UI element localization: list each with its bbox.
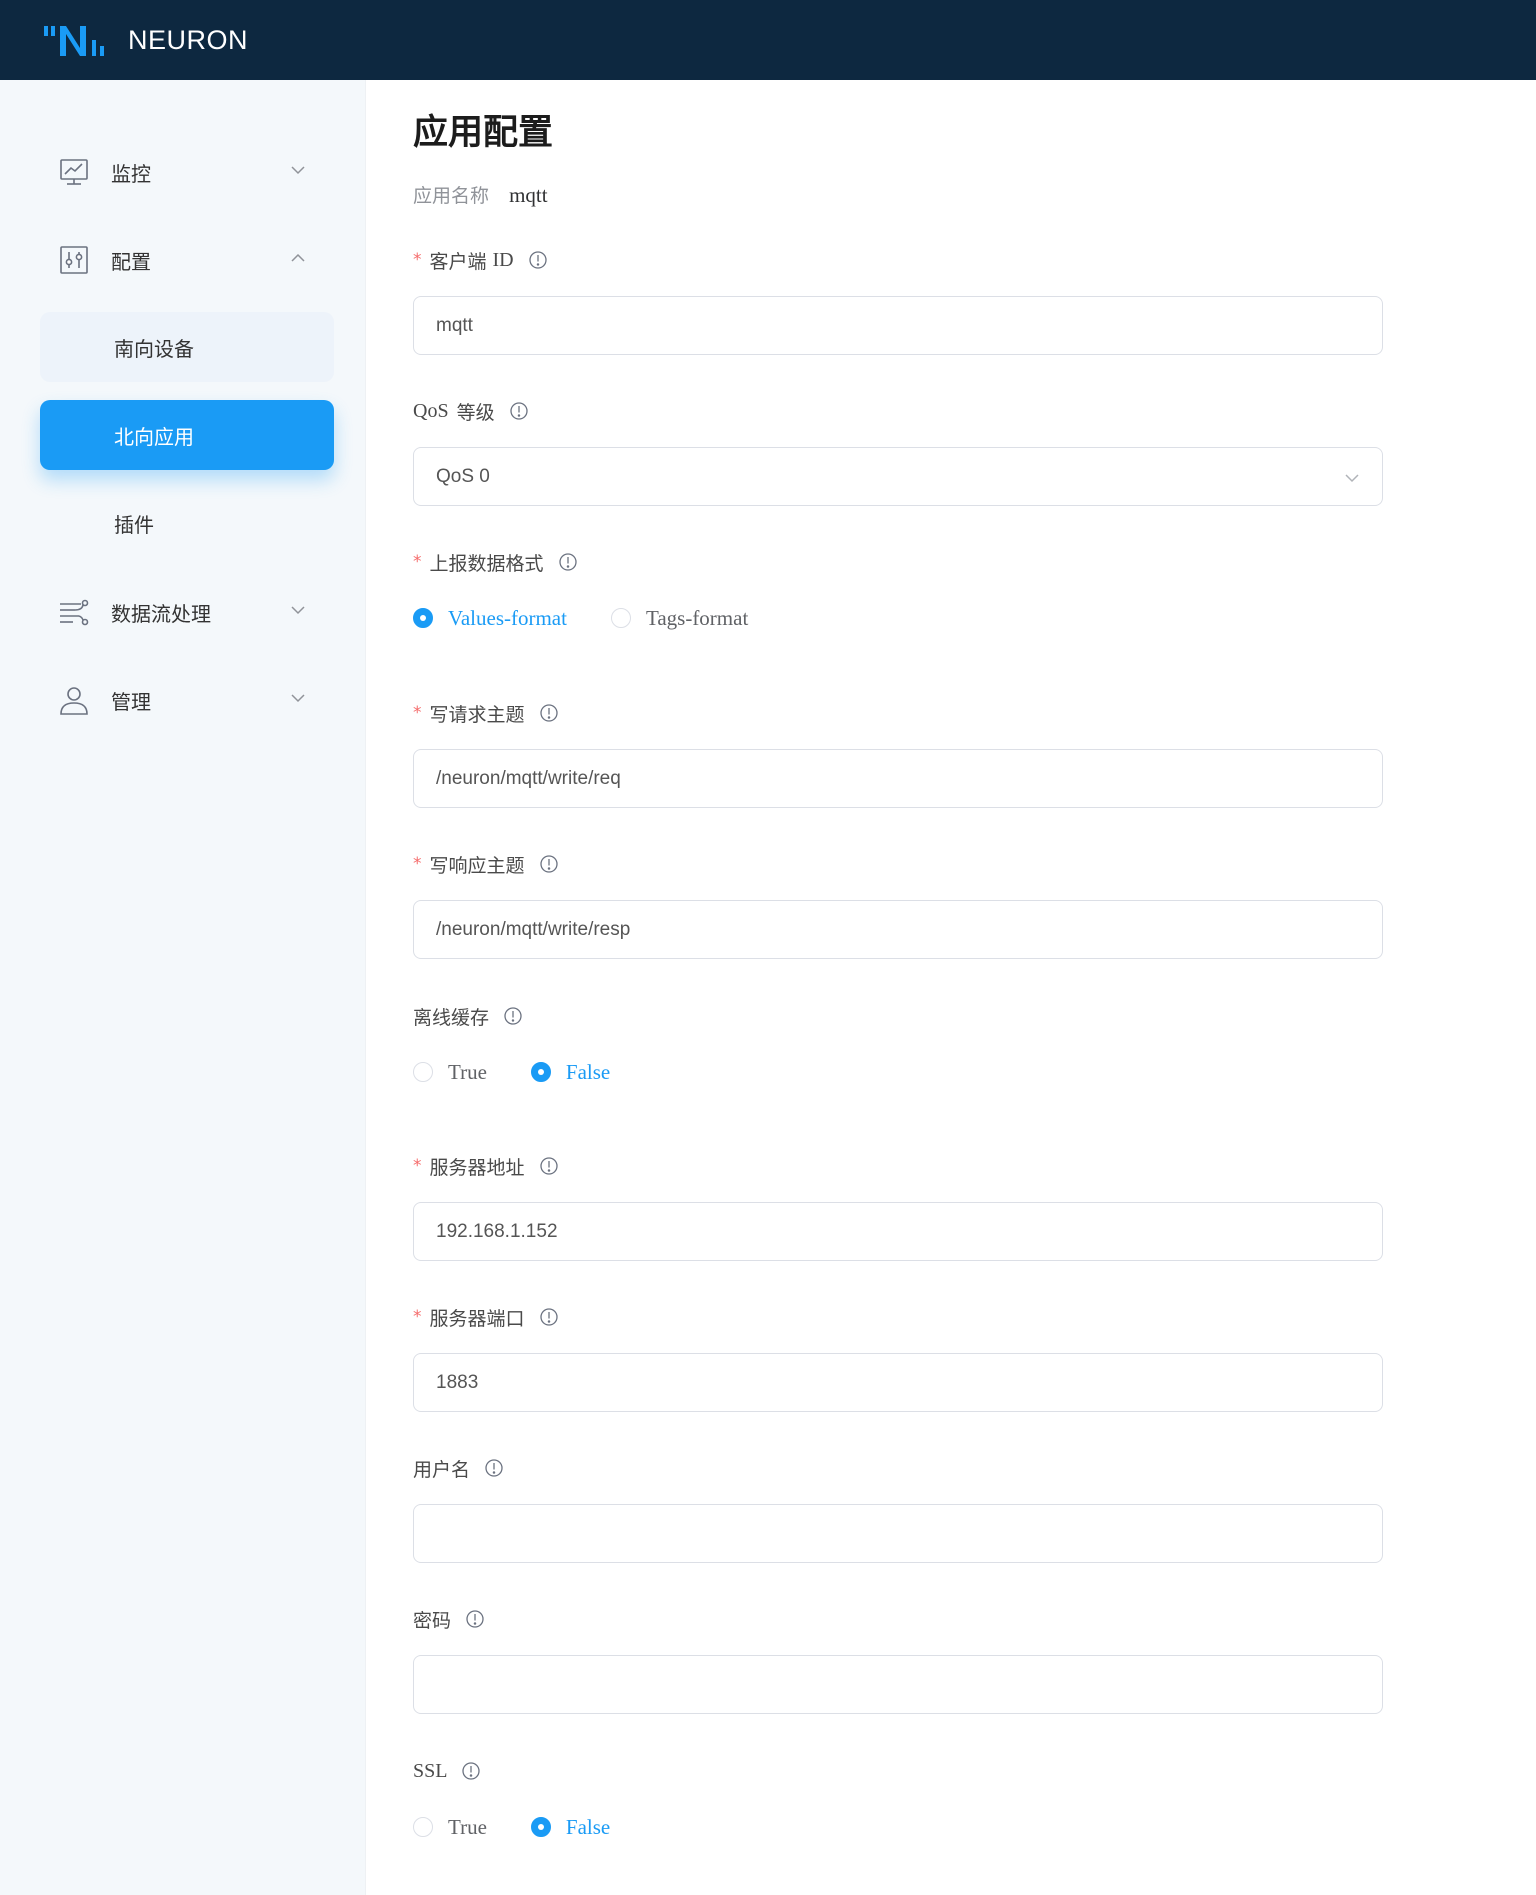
page-title: 应用配置 bbox=[413, 113, 554, 153]
field-ssl: SSL True False bbox=[413, 1756, 1383, 1842]
sidebar-item-config[interactable]: 配置 bbox=[40, 224, 334, 296]
password-input[interactable] bbox=[413, 1655, 1383, 1714]
field-label: 写请求主题 bbox=[429, 703, 525, 726]
radio-ssl-false[interactable]: False bbox=[530, 1815, 610, 1840]
radio-offline-cache-false[interactable]: False bbox=[530, 1060, 610, 1085]
app-name-row: 应用名称 mqtt bbox=[413, 181, 548, 208]
info-icon[interactable] bbox=[465, 1609, 485, 1629]
field-username: 用户名 bbox=[413, 1453, 1383, 1563]
server-host-input[interactable]: 192.168.1.152 bbox=[413, 1202, 1383, 1261]
field-label: 用户名 bbox=[413, 1458, 471, 1481]
write-resp-topic-input[interactable]: /neuron/mqtt/write/resp bbox=[413, 900, 1383, 959]
radio-circle bbox=[413, 1062, 433, 1082]
brand-name: NEURON bbox=[128, 24, 249, 55]
field-server-host: * 服务器地址 192.168.1.152 bbox=[413, 1151, 1383, 1261]
ssl-radio-group: True False bbox=[413, 1812, 1383, 1842]
field-label: 写响应主题 bbox=[429, 854, 525, 877]
sidebar-item-north-apps[interactable]: 北向应用 bbox=[40, 400, 334, 470]
sidebar-item-monitor[interactable]: 监控 bbox=[40, 136, 334, 208]
sidebar-item-data-stream[interactable]: 数据流处理 bbox=[40, 576, 334, 648]
required-mark: * bbox=[413, 1156, 422, 1176]
field-password: 密码 bbox=[413, 1604, 1383, 1714]
sidebar-item-label: 配置 bbox=[111, 249, 151, 274]
info-icon[interactable] bbox=[558, 552, 578, 572]
radio-offline-cache-true[interactable]: True bbox=[413, 1060, 487, 1085]
monitor-chart-icon bbox=[60, 159, 88, 185]
required-mark: * bbox=[413, 1307, 422, 1327]
info-icon[interactable] bbox=[539, 854, 559, 874]
required-mark: * bbox=[413, 854, 422, 874]
sidebar-item-admin[interactable]: 管理 bbox=[40, 664, 334, 736]
sidebar-item-plugins[interactable]: 插件 bbox=[40, 488, 334, 558]
field-server-port: * 服务器端口 1883 bbox=[413, 1302, 1383, 1412]
offline-cache-radio-group: True False bbox=[413, 1057, 1383, 1087]
info-icon[interactable] bbox=[461, 1761, 481, 1781]
info-icon[interactable] bbox=[528, 250, 548, 270]
chevron-down-icon bbox=[291, 694, 305, 703]
field-label: 等级 bbox=[456, 401, 495, 424]
upload-format-radio-group: Values-format Tags-format bbox=[413, 603, 1383, 633]
sidebar-item-label: 南向设备 bbox=[114, 336, 194, 361]
field-label: 离线缓存 bbox=[413, 1006, 490, 1029]
data-flow-icon bbox=[60, 599, 89, 626]
sidebar-item-label: 数据流处理 bbox=[111, 601, 211, 626]
radio-tags-format[interactable]: Tags-format bbox=[610, 606, 748, 631]
radio-ssl-true[interactable]: True bbox=[413, 1815, 487, 1840]
info-icon[interactable] bbox=[539, 703, 559, 723]
radio-circle bbox=[530, 1817, 551, 1837]
write-req-topic-input[interactable]: /neuron/mqtt/write/req bbox=[413, 749, 1383, 808]
field-offline-cache: 离线缓存 True False bbox=[413, 1001, 1383, 1087]
sidebar-item-label: 监控 bbox=[111, 161, 151, 186]
field-label: 密码 bbox=[413, 1609, 452, 1632]
info-icon[interactable] bbox=[503, 1006, 523, 1026]
required-mark: * bbox=[413, 250, 422, 270]
chevron-down-icon bbox=[291, 606, 305, 615]
username-input[interactable] bbox=[413, 1504, 1383, 1563]
sidebar-item-label: 北向应用 bbox=[114, 424, 194, 449]
info-icon[interactable] bbox=[539, 1156, 559, 1176]
sidebar-item-south-devices[interactable]: 南向设备 bbox=[40, 312, 334, 382]
radio-values-format[interactable]: Values-format bbox=[413, 606, 567, 631]
field-write-resp-topic: * 写响应主题 /neuron/mqtt/write/resp bbox=[413, 849, 1383, 959]
config-sliders-icon bbox=[60, 246, 88, 274]
field-write-req-topic: * 写请求主题 /neuron/mqtt/write/req bbox=[413, 698, 1383, 808]
sidebar-item-label: 插件 bbox=[114, 512, 154, 537]
field-label-en: QoS bbox=[413, 399, 449, 422]
info-icon[interactable] bbox=[484, 1458, 504, 1478]
field-label: 服务器地址 bbox=[429, 1156, 525, 1179]
radio-circle bbox=[413, 608, 433, 628]
sidebar-item-label: 管理 bbox=[111, 689, 151, 714]
top-header: NEURON bbox=[0, 0, 1536, 80]
user-icon bbox=[60, 687, 88, 715]
app-name-value: mqtt bbox=[509, 183, 548, 207]
radio-circle bbox=[413, 1817, 433, 1837]
required-mark: * bbox=[413, 703, 422, 723]
client-id-input[interactable]: mqtt bbox=[413, 296, 1383, 355]
qos-select[interactable]: QoS 0 bbox=[413, 447, 1383, 506]
sidebar: 监控 配置 南向设备 北向应用 插件 数据流处理 管理 bbox=[0, 80, 366, 1895]
chevron-down-icon bbox=[1345, 474, 1359, 483]
field-client-id: * 客户端 ID mqtt bbox=[413, 245, 1383, 355]
info-icon[interactable] bbox=[539, 1307, 559, 1327]
field-upload-format: * 上报数据格式 Values-format Tags-format bbox=[413, 547, 1383, 633]
field-qos: QoS 等级 QoS 0 bbox=[413, 396, 1383, 506]
app-name-label: 应用名称 bbox=[413, 185, 490, 207]
chevron-up-icon bbox=[291, 253, 305, 262]
required-mark: * bbox=[413, 552, 422, 572]
radio-circle bbox=[610, 608, 631, 628]
field-label-en: ID bbox=[492, 248, 514, 271]
field-label: SSL bbox=[413, 1759, 448, 1782]
field-label: 客户端 bbox=[429, 250, 487, 273]
info-icon[interactable] bbox=[509, 401, 529, 421]
server-port-input[interactable]: 1883 bbox=[413, 1353, 1383, 1412]
field-label: 服务器端口 bbox=[429, 1307, 525, 1330]
field-label: 上报数据格式 bbox=[429, 552, 544, 575]
neuron-logo-icon bbox=[44, 26, 104, 56]
chevron-down-icon bbox=[291, 166, 305, 175]
radio-circle bbox=[530, 1062, 551, 1082]
